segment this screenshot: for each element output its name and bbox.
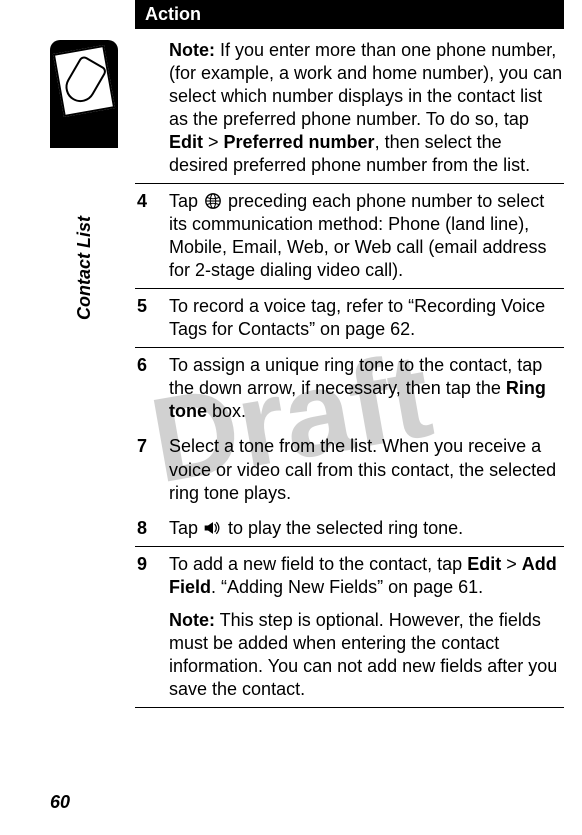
address-book-icon [53,45,115,117]
step-number: 4 [135,190,165,282]
step6-text-after: box. [207,401,246,421]
note-label: Note: [169,40,215,60]
step8-text-before: Tap [169,518,203,538]
section-tab-icon-box [50,40,118,122]
step9-note-block: Note: This step is optional. However, th… [169,609,564,701]
section-tab-bar [50,122,118,148]
table-header-action: Action [135,0,564,29]
step5-text: To record a voice tag, refer to “Recordi… [169,296,545,339]
step-7: 7 Select a tone from the list. When you … [135,429,564,510]
step6-text-before: To assign a unique ring tone to the cont… [169,355,542,398]
step-body: Note: If you enter more than one phone n… [165,39,564,177]
step-number: 7 [135,435,165,504]
main-content: Action Note: If you enter more than one … [135,0,564,765]
step4-text-before: Tap [169,191,203,211]
section-side-label: Contact List [74,216,95,320]
step4-text-after: preceding each phone number to select it… [169,191,546,280]
gt-sep: > [203,132,224,152]
step-9: 9 To add a new field to the contact, tap… [135,547,564,708]
step-body: Tap to play the selected ring tone. [165,517,564,540]
page-number: 60 [50,792,70,813]
note-label: Note: [169,610,215,630]
step-5: 5 To record a voice tag, refer to “Recor… [135,289,564,348]
step-body: To add a new field to the contact, tap E… [165,553,564,701]
step9-note-text: This step is optional. However, the fiel… [169,610,557,699]
step-4: 4 Tap preceding each phone number to sel… [135,184,564,289]
step-body: To assign a unique ring tone to the cont… [165,354,564,423]
step-number: 8 [135,517,165,540]
step-body: To record a voice tag, refer to “Recordi… [165,295,564,341]
step-number: 6 [135,354,165,423]
step8-text-after: to play the selected ring tone. [223,518,463,538]
gt-sep: > [501,554,522,574]
step-6: 6 To assign a unique ring tone to the co… [135,348,564,429]
step-number-blank [135,39,165,177]
page: Draft Contact List 60 Action Note: If yo… [0,0,582,835]
step9-text-after: . “Adding New Fields” on page 61. [211,577,483,597]
step-8: 8 Tap to play the selected ring tone. [135,511,564,547]
ui-label-edit: Edit [467,554,501,574]
globe-icon [203,192,223,210]
ui-label-preferred-number: Preferred number [224,132,375,152]
step-number: 9 [135,553,165,701]
step9-text-before: To add a new field to the contact, tap [169,554,467,574]
step7-text: Select a tone from the list. When you re… [169,436,556,502]
phone-icon [60,54,108,107]
left-margin-column: Contact List 60 [0,0,120,835]
ui-label-edit: Edit [169,132,203,152]
step-body: Tap preceding each phone number to selec… [165,190,564,282]
step-note-preferred-number: Note: If you enter more than one phone n… [135,33,564,184]
step-body: Select a tone from the list. When you re… [165,435,564,504]
step-number: 5 [135,295,165,341]
speaker-icon [203,519,223,537]
note-text-1: If you enter more than one phone number,… [169,40,562,129]
